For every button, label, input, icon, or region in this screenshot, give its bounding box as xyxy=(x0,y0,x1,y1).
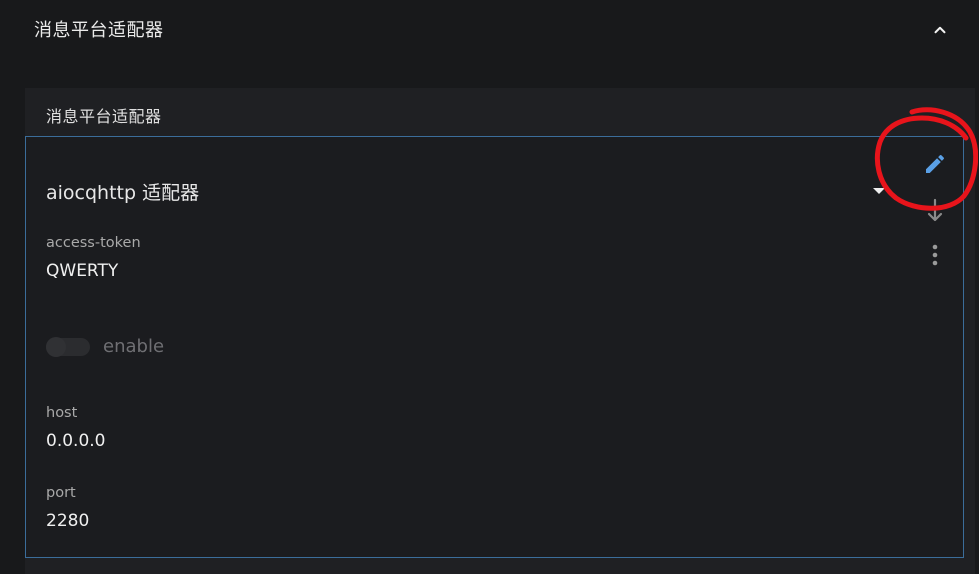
adapter-title: aiocqhttp 适配器 xyxy=(46,182,200,204)
more-button[interactable] xyxy=(920,240,950,270)
panel-title: 消息平台适配器 xyxy=(46,107,162,126)
caret-down-icon xyxy=(873,188,885,194)
access-token-label: access-token xyxy=(46,235,141,251)
collapse-button[interactable] xyxy=(926,16,954,44)
host-label: host xyxy=(46,405,78,421)
arrow-down-icon xyxy=(927,198,943,222)
edit-button[interactable] xyxy=(920,149,950,179)
section-header[interactable]: 消息平台适配器 xyxy=(0,0,979,60)
port-field[interactable]: 2280 xyxy=(46,511,89,531)
pencil-icon xyxy=(926,154,945,173)
enable-toggle[interactable] xyxy=(46,337,90,357)
host-field[interactable]: 0.0.0.0 xyxy=(46,431,105,451)
access-token-field[interactable]: QWERTY xyxy=(46,261,118,281)
adapter-card: aiocqhttp 适配器 access-token QWERTY enable… xyxy=(25,136,964,558)
adapter-dropdown[interactable] xyxy=(869,181,889,201)
download-button[interactable] xyxy=(920,196,950,226)
page: 消息平台适配器 消息平台适配器 aiocqhttp 适配器 access-tok… xyxy=(0,0,979,574)
section-title: 消息平台适配器 xyxy=(34,20,164,41)
enable-label: enable xyxy=(103,336,165,357)
more-vertical-icon xyxy=(932,244,938,266)
port-label: port xyxy=(46,485,76,501)
chevron-up-icon xyxy=(934,26,946,34)
adapter-panel: 消息平台适配器 aiocqhttp 适配器 access-token QWERT… xyxy=(25,88,975,574)
toggle-knob xyxy=(46,337,66,357)
